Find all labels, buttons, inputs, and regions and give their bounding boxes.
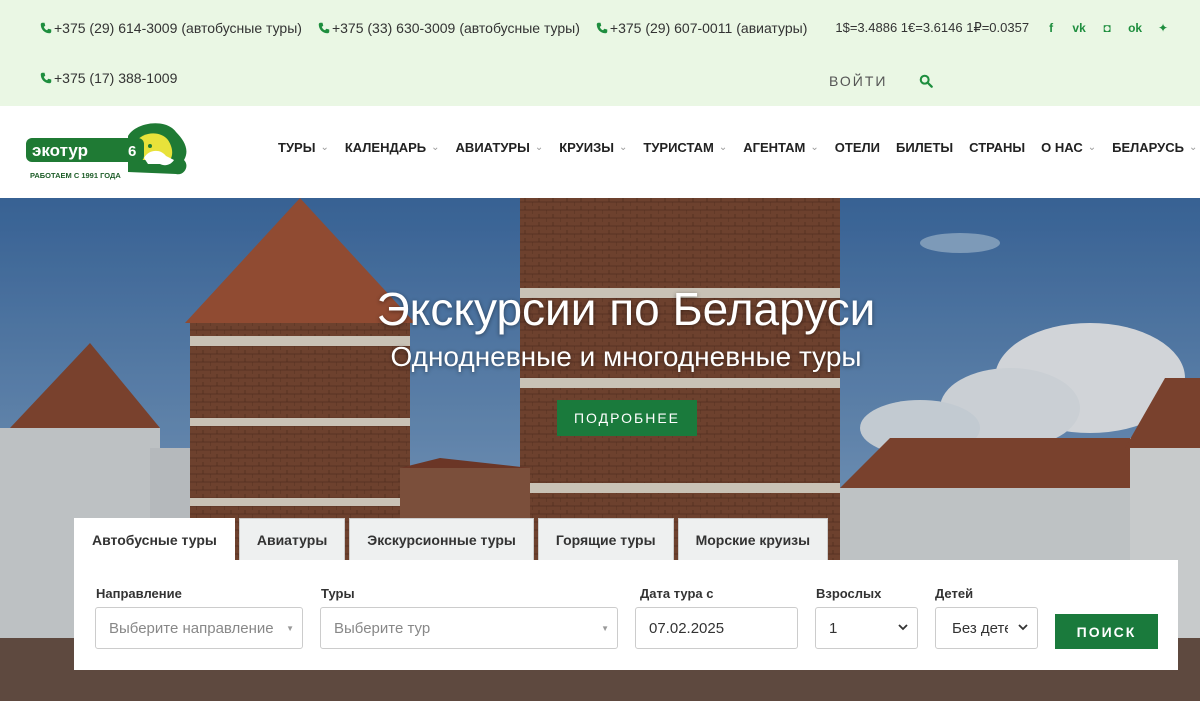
nav-item-for-tourists[interactable]: ТУРИСТАМ ⌄ — [643, 140, 727, 155]
phone-contact[interactable]: +375 (29) 614-3009 (автобусные туры) — [40, 20, 302, 36]
tab-air-tours[interactable]: Авиатуры — [238, 518, 346, 560]
odnoklassniki-icon[interactable]: ok — [1127, 21, 1143, 35]
caret-down-icon: ▼ — [601, 623, 609, 633]
date-label: Дата тура с — [640, 586, 714, 601]
date-input[interactable]: 07.02.2025 — [635, 607, 798, 649]
top-contact-bar: +375 (29) 614-3009 (автобусные туры) +37… — [0, 0, 1200, 106]
details-button[interactable]: ПОДРОБНЕЕ — [557, 400, 697, 436]
login-link[interactable]: ВОЙТИ — [829, 73, 887, 89]
contacts-row-secondary: +375 (17) 388-1009 — [40, 70, 193, 86]
phone-contact[interactable]: +375 (29) 607-0011 (авиатуры) — [596, 20, 807, 36]
nav-item-air-tours[interactable]: АВИАТУРЫ ⌄ — [456, 140, 544, 155]
direction-select[interactable]: Выберите направление ▼ — [95, 607, 303, 649]
tour-search-form: Направление Выберите направление ▼ Туры … — [74, 560, 1178, 670]
logo-number: 6 — [128, 143, 136, 160]
hero-title: Экскурсии по Беларуси — [376, 283, 876, 335]
chevron-down-icon — [1018, 624, 1028, 631]
nav-item-calendar[interactable]: КАЛЕНДАРЬ ⌄ — [345, 140, 440, 155]
search-tabs: Автобусные туры Авиатуры Экскурсионные т… — [74, 518, 829, 560]
twitter-icon[interactable]: ✦ — [1155, 21, 1171, 35]
main-navigation: ТУРЫ ⌄ КАЛЕНДАРЬ ⌄ АВИАТУРЫ ⌄ КРУИЗЫ ⌄ ТУРИС… — [278, 140, 1200, 155]
tours-label: Туры — [321, 586, 355, 601]
logo-graphic: экотур 6 РАБОТАЕМ С 1991 ГОДА — [26, 123, 187, 180]
nav-item-belarus[interactable]: БЕЛАРУСЬ ⌄ — [1112, 140, 1197, 155]
chevron-down-icon: ⌄ — [320, 142, 329, 153]
phone-icon — [40, 72, 52, 84]
nav-item-hotels[interactable]: ОТЕЛИ — [835, 140, 880, 155]
logo-text: экотур — [32, 141, 88, 160]
chevron-down-icon: ⌄ — [810, 142, 819, 153]
children-label: Детей — [935, 586, 974, 601]
tab-excursion-tours[interactable]: Экскурсионные туры — [349, 518, 534, 560]
phone-note: (авиатуры) — [736, 20, 808, 36]
nav-item-tours[interactable]: ТУРЫ ⌄ — [278, 140, 329, 155]
tab-sea-cruises[interactable]: Морские круизы — [677, 518, 829, 560]
social-links: f vk ◘ ok ✦ — [1043, 21, 1171, 35]
chevron-down-icon: ⌄ — [618, 142, 628, 153]
phone-number: +375 (29) 607-0011 — [609, 20, 733, 36]
chevron-down-icon: ⌄ — [1087, 142, 1097, 153]
vk-icon[interactable]: vk — [1071, 21, 1087, 35]
nav-item-for-agents[interactable]: АГЕНТАМ ⌄ — [743, 140, 819, 155]
caret-down-icon: ▼ — [286, 623, 294, 633]
chevron-down-icon — [898, 624, 908, 631]
tour-select[interactable]: Выберите тур ▼ — [320, 607, 618, 649]
chevron-down-icon: ⌄ — [431, 142, 440, 153]
site-header: экотур 6 РАБОТАЕМ С 1991 ГОДА ТУРЫ ⌄ КАЛЕ… — [0, 106, 1200, 198]
site-logo[interactable]: экотур 6 РАБОТАЕМ С 1991 ГОДА — [24, 116, 190, 186]
chevron-down-icon: ⌄ — [1188, 142, 1198, 153]
tab-hot-tours[interactable]: Горящие туры — [537, 518, 674, 560]
nav-item-tickets[interactable]: БИЛЕТЫ — [896, 140, 953, 155]
nav-item-about[interactable]: О НАС ⌄ — [1041, 140, 1096, 155]
phone-icon — [318, 22, 330, 34]
adults-label: Взрослых — [816, 586, 882, 601]
nav-item-cruises[interactable]: КРУИЗЫ ⌄ — [559, 140, 627, 155]
phone-number: +375 (33) 630-3009 — [331, 20, 456, 36]
hero-subtitle: Однодневные и многодневные туры — [390, 341, 862, 372]
search-button[interactable]: ПОИСК — [1055, 614, 1158, 649]
phone-number: +375 (29) 614-3009 — [54, 20, 178, 36]
phone-number: +375 (17) 388-1009 — [54, 70, 178, 86]
currency-rates: 1$=3.4886 1€=3.6146 1₽=0.0357 — [835, 20, 1030, 35]
children-select[interactable]: Без детей — [935, 607, 1038, 649]
phone-icon — [596, 22, 608, 34]
contacts-row: +375 (29) 614-3009 (автобусные туры) +37… — [40, 18, 1168, 38]
adults-select[interactable]: 1 — [815, 607, 918, 649]
search-icon[interactable] — [919, 74, 933, 88]
phone-contact[interactable]: +375 (33) 630-3009 (автобусные туры) — [318, 20, 580, 36]
tab-bus-tours[interactable]: Автобусные туры — [74, 518, 235, 560]
nav-item-countries[interactable]: СТРАНЫ — [969, 140, 1025, 155]
logo-tagline: РАБОТАЕМ С 1991 ГОДА — [30, 171, 121, 180]
phone-contact[interactable]: +375 (17) 388-1009 — [40, 70, 177, 86]
facebook-icon[interactable]: f — [1043, 21, 1059, 35]
chevron-down-icon: ⌄ — [534, 142, 544, 153]
direction-label: Направление — [96, 586, 182, 601]
phone-note: (автобусные туры) — [459, 20, 580, 36]
instagram-icon[interactable]: ◘ — [1099, 21, 1115, 35]
phone-note: (автобусные туры) — [181, 20, 302, 36]
chevron-down-icon: ⌄ — [718, 142, 728, 153]
phone-icon — [40, 22, 52, 34]
